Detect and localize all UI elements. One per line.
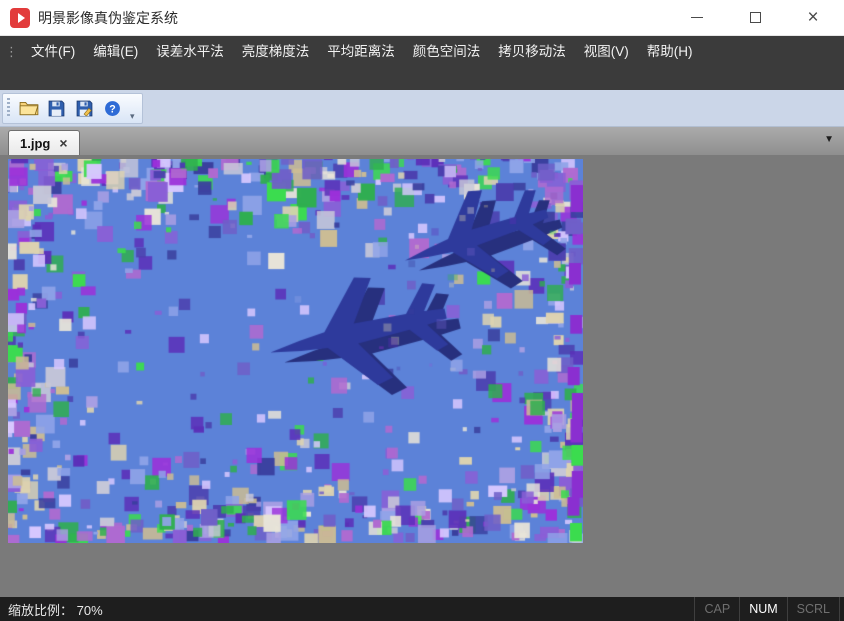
tab-label: 1.jpg — [20, 136, 50, 151]
toolbar-grip[interactable] — [7, 98, 10, 118]
toolbar: ? ▾ — [0, 90, 844, 127]
document-area — [0, 155, 844, 597]
analysis-image — [8, 159, 583, 543]
menu-item-edit[interactable]: 编辑(E) — [84, 36, 147, 68]
save-icon — [48, 100, 65, 117]
maximize-icon — [750, 12, 761, 23]
maximize-button[interactable] — [732, 3, 778, 33]
zoom-level: 缩放比例： 70% — [0, 600, 103, 619]
menu-item-file[interactable]: 文件(F) — [22, 36, 84, 68]
open-file-button[interactable] — [16, 96, 41, 121]
save-as-icon — [76, 100, 93, 117]
app-icon — [10, 8, 30, 28]
tab-1jpg[interactable]: 1.jpg × — [8, 130, 80, 155]
menu-bar: ⋮ 文件(F) 编辑(E) 误差水平法 亮度梯度法 平均距离法 颜色空间法 拷贝… — [0, 36, 844, 68]
title-bar: 明景影像真伪鉴定系统 × — [0, 0, 844, 36]
scroll-lock-indicator: SCRL — [787, 597, 839, 621]
app-window: 明景影像真伪鉴定系统 × ⋮ 文件(F) 编辑(E) 误差水平法 亮度梯度法 平… — [0, 0, 844, 621]
toolbar-overflow-button[interactable]: ▾ — [128, 110, 137, 123]
menu-item-average-distance[interactable]: 平均距离法 — [318, 36, 404, 68]
minimize-icon — [691, 17, 703, 18]
save-as-button[interactable] — [72, 96, 97, 121]
toolbar-chunk: ? ▾ — [2, 93, 143, 124]
menu-item-luminance-gradient[interactable]: 亮度梯度法 — [233, 36, 319, 68]
minimize-button[interactable] — [674, 3, 720, 33]
help-button[interactable]: ? — [100, 96, 125, 121]
app-icon-glyph — [18, 13, 25, 23]
lock-indicators: CAP NUM SCRL — [694, 597, 840, 621]
close-icon: × — [807, 8, 818, 27]
menu-item-copy-move[interactable]: 拷贝移动法 — [489, 36, 575, 68]
menu-spacer — [0, 68, 844, 90]
save-button[interactable] — [44, 96, 69, 121]
window-title: 明景影像真伪鉴定系统 — [38, 8, 178, 28]
window-controls: × — [674, 3, 844, 33]
caps-lock-indicator: CAP — [694, 597, 739, 621]
menu-item-help[interactable]: 帮助(H) — [638, 36, 702, 68]
tab-close-button[interactable]: × — [59, 136, 67, 150]
menu-item-error-level-analysis[interactable]: 误差水平法 — [147, 36, 233, 68]
menu-grip-icon: ⋮ — [0, 44, 22, 60]
svg-text:?: ? — [109, 103, 115, 115]
menu-item-view[interactable]: 视图(V) — [575, 36, 638, 68]
tab-bar: 1.jpg × ▼ — [0, 127, 844, 155]
close-button[interactable]: × — [790, 3, 836, 33]
menu-item-color-space[interactable]: 颜色空间法 — [404, 36, 490, 68]
folder-open-icon — [19, 100, 39, 116]
status-bar: 缩放比例： 70% CAP NUM SCRL — [0, 597, 844, 621]
num-lock-indicator: NUM — [739, 597, 786, 621]
tab-list-dropdown-icon[interactable]: ▼ — [824, 134, 834, 145]
help-icon: ? — [104, 100, 121, 117]
